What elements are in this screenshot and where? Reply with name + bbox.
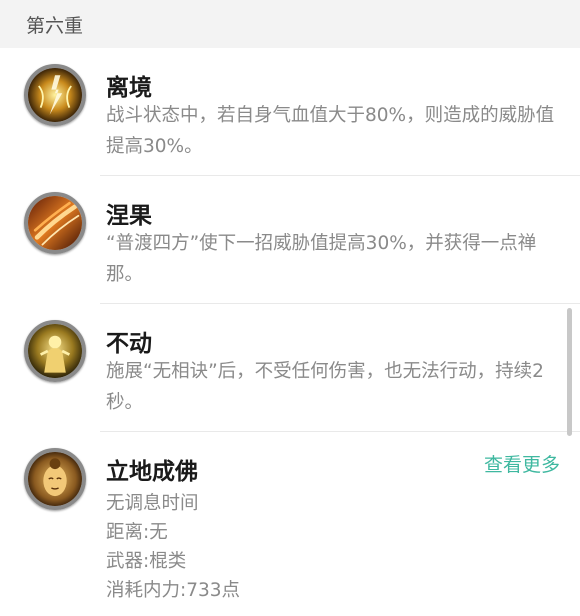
skill-description: “普渡四方”使下一招威胁值提高30%，并获得一点禅那。	[106, 233, 537, 285]
flame-slash-icon	[24, 192, 86, 254]
buddha-face-icon	[24, 448, 86, 510]
skill-detail: 武器:棍类	[106, 551, 187, 572]
section-title: 第六重	[26, 14, 84, 37]
see-more-link[interactable]: 查看更多	[484, 450, 560, 477]
skill-item[interactable]: 不动 施展“无相诀”后，不受任何伤害，也无法行动，持续2秒。	[0, 304, 580, 432]
golden-statue-icon	[24, 320, 86, 382]
section-header: 第六重	[0, 0, 580, 48]
skill-item[interactable]: 涅果 “普渡四方”使下一招威胁值提高30%，并获得一点禅那。	[0, 176, 580, 304]
skill-item[interactable]: 离境 战斗状态中，若自身气血值大于80%，则造成的威胁值提高30%。	[0, 48, 580, 176]
scrollbar[interactable]	[567, 308, 572, 436]
lightning-figure-icon	[24, 64, 86, 126]
skill-detail: 无调息时间	[106, 493, 199, 514]
skill-name: 立地成佛	[106, 459, 198, 485]
skill-name: 离境	[106, 75, 152, 101]
skill-description: 战斗状态中，若自身气血值大于80%，则造成的威胁值提高30%。	[106, 105, 555, 157]
skill-name: 不动	[106, 331, 152, 357]
skill-description: 施展“无相诀”后，不受任何伤害，也无法行动，持续2秒。	[106, 361, 544, 413]
skill-name: 涅果	[106, 203, 152, 229]
skill-item[interactable]: 立地成佛 查看更多 无调息时间 距离:无 武器:棍类 消耗内力:733点	[0, 432, 580, 616]
skill-detail: 消耗内力:733点	[106, 580, 241, 601]
skill-detail: 距离:无	[106, 522, 168, 543]
